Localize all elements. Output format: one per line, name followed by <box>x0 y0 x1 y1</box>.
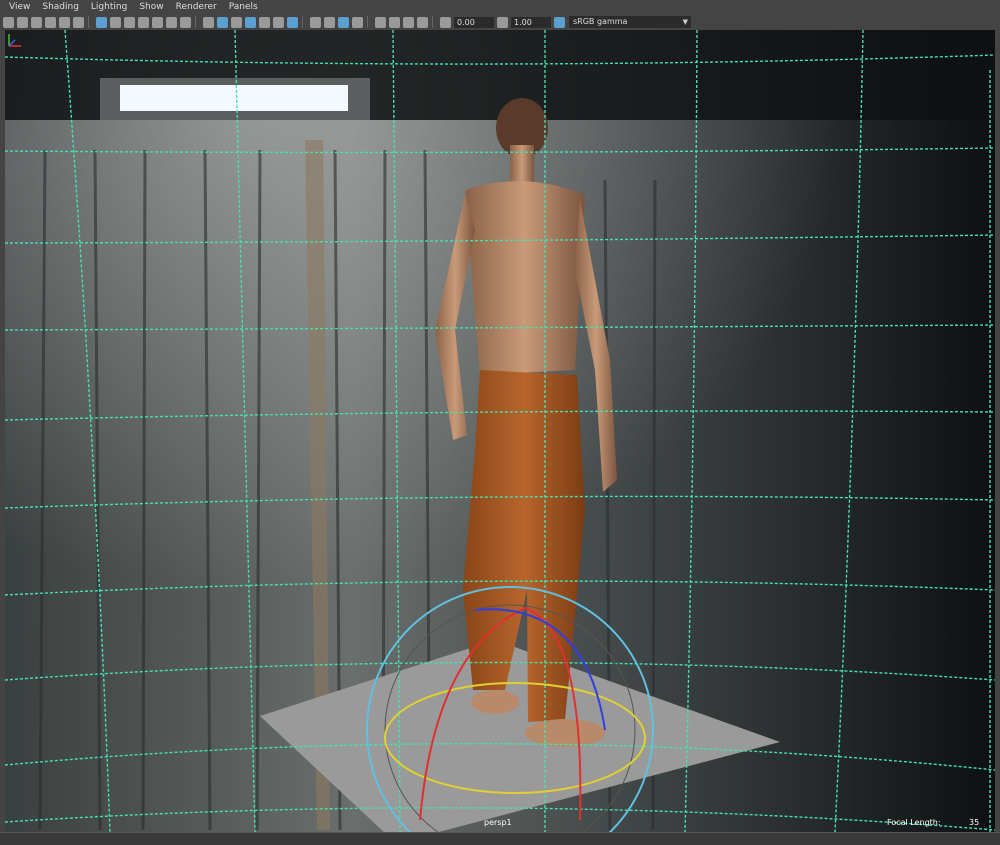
gamma-icon[interactable] <box>497 16 508 28</box>
time-ruler[interactable] <box>0 832 1000 845</box>
focal-length-value: 35 <box>969 818 980 827</box>
grid-icon[interactable] <box>96 16 107 28</box>
camera-attributes-icon[interactable] <box>17 16 28 28</box>
bookmark-icon[interactable] <box>31 16 42 28</box>
xray-icon[interactable] <box>375 16 386 28</box>
wireframe-icon[interactable] <box>203 16 214 28</box>
textured-icon[interactable] <box>245 16 256 28</box>
color-management-icon[interactable] <box>554 16 565 28</box>
xray-joints-icon[interactable] <box>389 16 400 28</box>
shadows-icon[interactable] <box>273 16 284 28</box>
toolbar-divider <box>195 16 196 28</box>
camera-name-label: persp1 <box>484 818 512 827</box>
toolbar-divider <box>432 16 433 28</box>
depth-of-field-icon[interactable] <box>338 16 349 28</box>
image-plane-icon[interactable] <box>45 16 56 28</box>
field-chart-icon[interactable] <box>152 16 163 28</box>
resolution-gate-icon[interactable] <box>124 16 135 28</box>
menu-shading[interactable]: Shading <box>42 0 79 14</box>
anti-aliasing-icon[interactable] <box>324 16 335 28</box>
use-all-lights-icon[interactable] <box>259 16 270 28</box>
select-camera-icon[interactable] <box>3 16 14 28</box>
viewport-scene <box>5 30 995 832</box>
grease-pencil-icon[interactable] <box>73 16 84 28</box>
view-transform-value: sRGB gamma <box>573 17 628 26</box>
toolbar-divider <box>367 16 368 28</box>
chevron-down-icon: ▼ <box>682 18 688 26</box>
menu-panels[interactable]: Panels <box>229 0 258 14</box>
safe-title-icon[interactable] <box>180 16 191 28</box>
2d-pan-zoom-icon[interactable] <box>59 16 70 28</box>
film-gate-icon[interactable] <box>110 16 121 28</box>
screen-space-ao-icon[interactable] <box>287 16 298 28</box>
viewport-menubar: View Shading Lighting Show Renderer Pane… <box>0 0 1000 14</box>
exposure-icon[interactable] <box>440 16 451 28</box>
menu-show[interactable]: Show <box>139 0 163 14</box>
isolate-select-icon[interactable] <box>352 16 363 28</box>
axis-orientation-icon <box>8 34 21 47</box>
motion-blur-icon[interactable] <box>310 16 321 28</box>
menu-renderer[interactable]: Renderer <box>176 0 217 14</box>
gate-mask-icon[interactable] <box>138 16 149 28</box>
view-transform-select[interactable]: sRGB gamma ▼ <box>569 16 691 28</box>
hud-icon[interactable] <box>417 16 428 28</box>
menu-lighting[interactable]: Lighting <box>91 0 127 14</box>
menu-view[interactable]: View <box>9 0 30 14</box>
exposure-field[interactable]: 0.00 <box>454 16 494 28</box>
fluorescent-lamp <box>100 78 370 120</box>
smooth-shade-icon[interactable] <box>217 16 228 28</box>
3d-viewport[interactable]: persp1 Focal Length: 35 <box>5 30 995 832</box>
toolbar-divider <box>88 16 89 28</box>
gamma-field[interactable]: 1.00 <box>511 16 551 28</box>
wireframe-on-shaded-icon[interactable] <box>231 16 242 28</box>
backface-culling-icon[interactable] <box>403 16 414 28</box>
panel-toolbar: 0.00 1.00 sRGB gamma ▼ <box>0 14 1000 30</box>
toolbar-divider <box>302 16 303 28</box>
safe-action-icon[interactable] <box>166 16 177 28</box>
focal-length-label: Focal Length: <box>887 818 941 827</box>
